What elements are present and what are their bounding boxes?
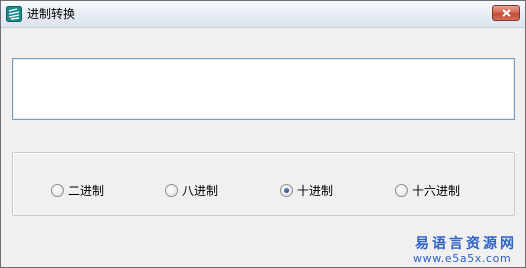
close-button[interactable] [492, 5, 520, 21]
close-icon [502, 9, 511, 17]
radio-hexadecimal[interactable]: 十六进制 [395, 181, 460, 199]
radio-button[interactable] [51, 183, 64, 197]
app-window: 进制转换 二进制 八进制 十进制 十六进制 易语言资源网 www.e5a5x.c… [0, 0, 526, 268]
radio-binary[interactable]: 二进制 [51, 181, 104, 199]
watermark-url: www.e5a5x.com [413, 252, 512, 265]
watermark-site-name: 易语言资源网 [415, 236, 517, 252]
radio-decimal[interactable]: 十进制 [280, 181, 333, 199]
number-input[interactable] [12, 58, 515, 120]
radio-button[interactable] [165, 183, 178, 197]
radio-octal[interactable]: 八进制 [165, 181, 218, 199]
radio-label: 二进制 [68, 183, 105, 198]
radio-label: 十进制 [297, 183, 334, 198]
title-bar[interactable]: 进制转换 [1, 1, 525, 28]
radio-label: 八进制 [182, 183, 219, 198]
radio-button[interactable] [395, 183, 408, 197]
window-title: 进制转换 [27, 7, 76, 21]
radio-button-checked[interactable] [280, 183, 293, 197]
app-icon [6, 6, 22, 22]
radio-label: 十六进制 [412, 183, 461, 198]
